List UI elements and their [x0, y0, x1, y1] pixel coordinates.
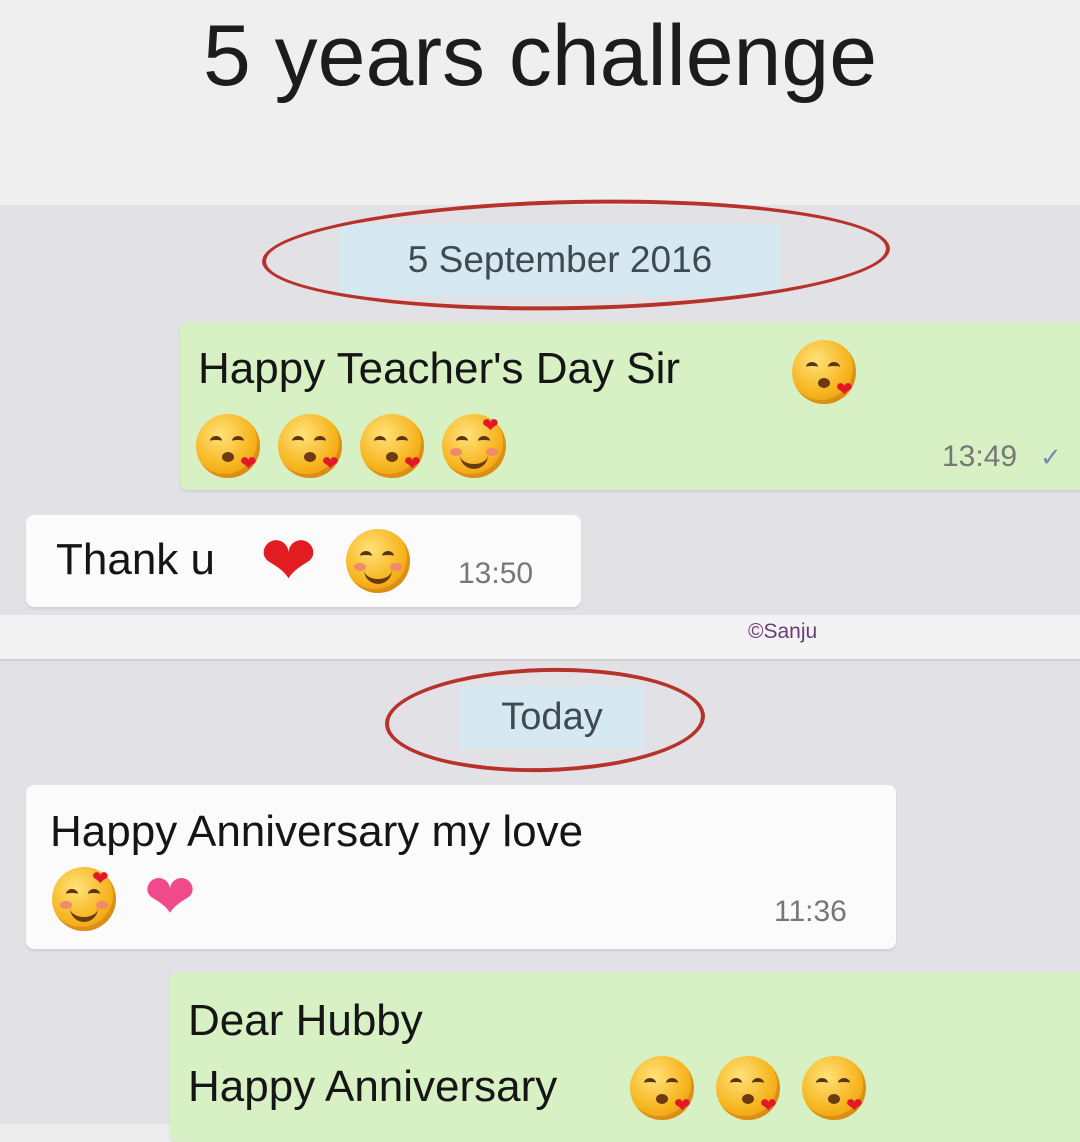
message-time: 13:50: [458, 557, 534, 590]
message-text: Thank u: [56, 535, 215, 584]
smiling-hearts-icon: ❤: [52, 867, 116, 931]
separator-line: [0, 659, 1080, 661]
kissing-heart-icon: ❤: [630, 1056, 694, 1120]
message-text: Happy Anniversary my love: [50, 807, 584, 856]
message-bubble-outgoing[interactable]: Happy Teacher's Day Sir ❤ ❤ ❤ ❤ ❤ 13:49 …: [180, 322, 1080, 490]
message-bubble-incoming[interactable]: Happy Anniversary my love ❤ ❤ 11:36: [26, 785, 896, 949]
kissing-heart-icon: ❤: [716, 1056, 780, 1120]
separator-band: [0, 615, 1080, 661]
smiling-blush-icon: [346, 529, 410, 593]
red-heart-icon: ❤: [260, 523, 317, 599]
message-text-line2: Happy Anniversary: [188, 1062, 558, 1111]
message-bubble-incoming[interactable]: Thank u ❤ 13:50: [26, 515, 581, 607]
kissing-heart-icon: ❤: [802, 1056, 866, 1120]
kissing-heart-icon: ❤: [278, 414, 342, 478]
message-text: Happy Teacher's Day Sir: [198, 344, 681, 393]
message-time: 13:49: [942, 440, 1018, 473]
watermark: ©Sanju: [748, 620, 818, 643]
smiling-hearts-icon: ❤: [442, 414, 506, 478]
message-time: 11:36: [774, 895, 847, 928]
check-icon: ✓: [1040, 442, 1062, 472]
page-title: 5 years challenge: [202, 8, 878, 104]
title-band: 5 years challenge: [0, 0, 1080, 205]
kissing-heart-icon: ❤: [792, 340, 856, 404]
message-text-line1: Dear Hubby: [188, 996, 423, 1045]
sparkling-heart-icon: ❤: [144, 863, 196, 932]
message-bubble-outgoing[interactable]: Dear Hubby Happy Anniversary ❤ ❤ ❤: [170, 972, 1080, 1142]
kissing-heart-icon: ❤: [360, 414, 424, 478]
kissing-heart-icon: ❤: [196, 414, 260, 478]
